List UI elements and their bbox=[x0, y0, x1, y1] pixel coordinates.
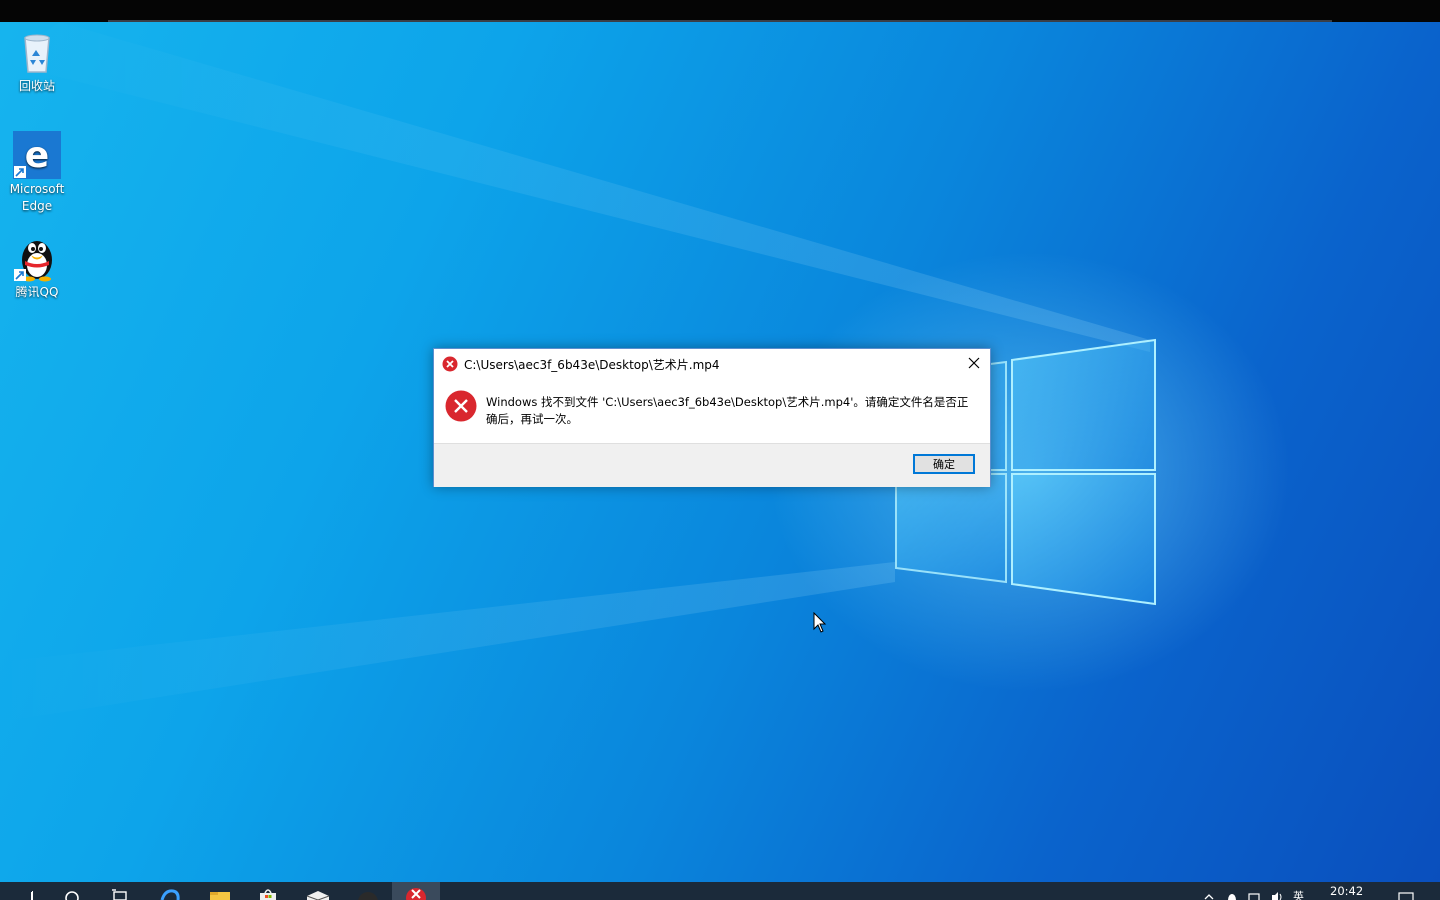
qq-penguin-icon bbox=[14, 241, 52, 282]
edge-desktop-icon[interactable]: e Microsoft Edge bbox=[2, 131, 72, 215]
edge-icon: e bbox=[13, 131, 61, 179]
start-button[interactable] bbox=[0, 882, 48, 900]
start-icon bbox=[31, 891, 33, 900]
edge-icon bbox=[160, 889, 180, 900]
recycle-bin-icon bbox=[24, 34, 50, 73]
mouse-cursor-icon bbox=[813, 612, 827, 633]
taskbar-media-app[interactable] bbox=[344, 882, 392, 900]
error-icon bbox=[445, 390, 477, 422]
ok-button[interactable]: 确定 bbox=[913, 454, 975, 474]
qq-tray-icon[interactable] bbox=[1226, 892, 1238, 900]
edge-label: Microsoft Edge bbox=[9, 182, 65, 213]
recycle-bin-desktop-icon[interactable]: 回收站 bbox=[2, 28, 72, 95]
error-dialog-icon bbox=[406, 888, 426, 900]
close-icon bbox=[968, 357, 980, 369]
search-button[interactable] bbox=[48, 882, 96, 900]
top-black-bar bbox=[0, 0, 1440, 22]
taskbar-edge[interactable] bbox=[146, 882, 194, 900]
taskbar: 英 20:42 bbox=[0, 882, 1440, 900]
store-icon bbox=[260, 889, 276, 900]
search-icon bbox=[65, 891, 79, 900]
taskbar-mail[interactable] bbox=[294, 882, 342, 900]
file-explorer-icon bbox=[210, 892, 230, 900]
network-icon[interactable] bbox=[1248, 892, 1262, 900]
error-dialog: C:\Users\aec3f_6b43e\Desktop\艺术片.mp4 Win… bbox=[433, 348, 991, 487]
task-view-button[interactable] bbox=[96, 882, 144, 900]
recycle-bin-label: 回收站 bbox=[18, 79, 55, 93]
notification-center-icon[interactable] bbox=[1398, 892, 1414, 900]
close-button[interactable] bbox=[958, 349, 990, 377]
taskbar-file-explorer[interactable] bbox=[196, 882, 244, 900]
dialog-title: C:\Users\aec3f_6b43e\Desktop\艺术片.mp4 bbox=[464, 358, 720, 372]
screen: 回收站 e Microsoft Edge 腾讯QQ C:\Users\aec3f… bbox=[0, 0, 1440, 900]
volume-icon[interactable] bbox=[1270, 892, 1284, 900]
media-app-icon bbox=[358, 892, 378, 900]
mail-icon bbox=[306, 891, 330, 900]
svg-text:e: e bbox=[25, 135, 49, 176]
task-view-icon bbox=[112, 889, 127, 900]
show-hidden-icons-icon[interactable] bbox=[1204, 890, 1214, 900]
dialog-title-bar[interactable]: C:\Users\aec3f_6b43e\Desktop\艺术片.mp4 bbox=[434, 349, 990, 379]
dialog-body: Windows 找不到文件 'C:\Users\aec3f_6b43e\Desk… bbox=[434, 379, 990, 443]
error-small-icon bbox=[442, 356, 458, 372]
dialog-footer: 确定 bbox=[434, 443, 990, 487]
taskbar-store[interactable] bbox=[244, 882, 292, 900]
dialog-message: Windows 找不到文件 'C:\Users\aec3f_6b43e\Desk… bbox=[486, 395, 969, 426]
taskbar-clock[interactable]: 20:42 bbox=[1330, 884, 1363, 898]
taskbar-error-dialog[interactable] bbox=[392, 882, 440, 900]
qq-label: 腾讯QQ bbox=[15, 285, 59, 299]
qq-desktop-icon[interactable]: 腾讯QQ bbox=[2, 234, 72, 301]
input-language-indicator[interactable]: 英 bbox=[1293, 888, 1304, 900]
